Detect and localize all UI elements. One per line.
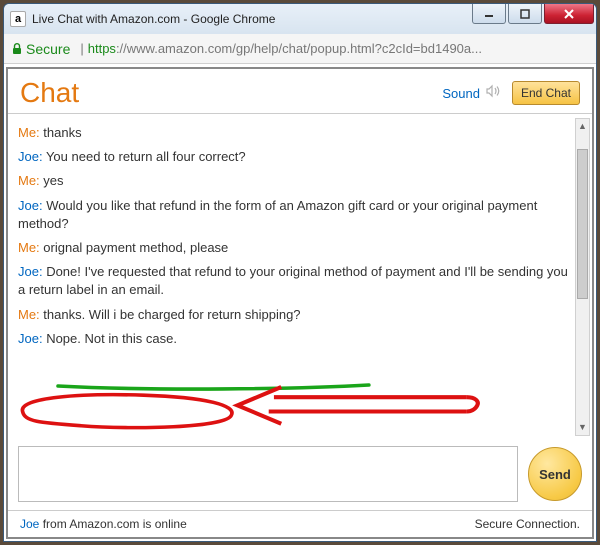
chat-message: Me: thanks. Will i be charged for return…: [18, 306, 572, 324]
chat-message: Joe: You need to return all four correct…: [18, 148, 572, 166]
message-text: yes: [40, 173, 64, 188]
secure-connection-label: Secure Connection.: [475, 517, 580, 531]
message-sender: Me:: [18, 240, 40, 255]
chat-message: Joe: Would you like that refund in the f…: [18, 197, 572, 233]
window-title: Live Chat with Amazon.com - Google Chrom…: [32, 12, 275, 26]
chat-footer: Joe from Amazon.com is online Secure Con…: [8, 510, 592, 537]
message-sender: Joe:: [18, 331, 43, 346]
chat-message: Joe: Nope. Not in this case.: [18, 330, 572, 348]
chat-message: Me: yes: [18, 172, 572, 190]
message-text: You need to return all four correct?: [43, 149, 246, 164]
chat-title: Chat: [20, 77, 442, 109]
message-sender: Joe:: [18, 264, 43, 279]
message-text: Would you like that refund in the form o…: [18, 198, 537, 231]
message-sender: Joe:: [18, 198, 43, 213]
chat-input[interactable]: [18, 446, 518, 502]
message-sender: Joe:: [18, 149, 43, 164]
scroll-thumb[interactable]: [577, 149, 588, 299]
message-text: thanks: [40, 125, 82, 140]
chat-frame: Chat Sound End Chat Me: thanks Joe: You n…: [6, 67, 594, 539]
scroll-up-button[interactable]: ▲: [576, 119, 589, 134]
message-sender: Me:: [18, 173, 40, 188]
message-text: Nope. Not in this case.: [43, 331, 177, 346]
send-button[interactable]: Send: [528, 447, 582, 501]
close-button[interactable]: [544, 4, 594, 24]
scroll-down-button[interactable]: ▼: [576, 420, 589, 435]
browser-window: a Live Chat with Amazon.com - Google Chr…: [3, 3, 597, 542]
lock-icon: [12, 43, 22, 55]
message-text: thanks. Will i be charged for return shi…: [40, 307, 301, 322]
minimize-button[interactable]: [472, 4, 506, 24]
chat-message: Me: orignal payment method, please: [18, 239, 572, 257]
url-separator: |: [80, 41, 83, 56]
input-area: Send: [8, 440, 592, 510]
chat-message: Me: thanks: [18, 124, 572, 142]
agent-status: Joe from Amazon.com is online: [20, 517, 187, 531]
window-buttons: [470, 4, 594, 24]
titlebar[interactable]: a Live Chat with Amazon.com - Google Chr…: [4, 4, 596, 34]
scrollbar[interactable]: ▲ ▼: [575, 118, 590, 436]
sound-toggle[interactable]: Sound: [442, 86, 480, 101]
message-text: Done! I've requested that refund to your…: [18, 264, 568, 297]
favicon: a: [10, 11, 26, 27]
message-sender: Me:: [18, 307, 40, 322]
message-text: orignal payment method, please: [40, 240, 229, 255]
chat-message: Joe: Done! I've requested that refund to…: [18, 263, 572, 299]
address-bar[interactable]: Secure | https://www.amazon.com/gp/help/…: [4, 34, 596, 64]
chat-header: Chat Sound End Chat: [8, 69, 592, 114]
chat-transcript: Me: thanks Joe: You need to return all fo…: [8, 114, 592, 440]
speaker-icon: [486, 84, 502, 103]
maximize-button[interactable]: [508, 4, 542, 24]
message-sender: Me:: [18, 125, 40, 140]
secure-label: Secure: [26, 41, 70, 57]
end-chat-button[interactable]: End Chat: [512, 81, 580, 105]
url-text: https://www.amazon.com/gp/help/chat/popu…: [88, 41, 482, 56]
